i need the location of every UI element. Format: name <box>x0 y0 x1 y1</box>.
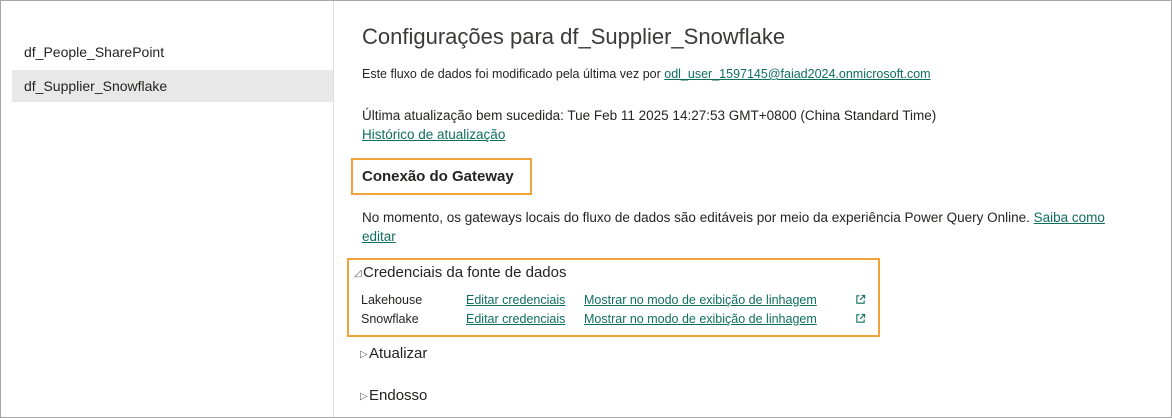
credentials-highlight-box: ◿Credenciais da fonte de dados Lakehouse… <box>347 258 880 337</box>
settings-panel: Configurações para df_Supplier_Snowflake… <box>347 1 1171 417</box>
refresh-section-toggle[interactable]: ▷Atualizar <box>360 344 427 365</box>
show-lineage-link[interactable]: Mostrar no modo de exibição de linhagem <box>584 311 817 327</box>
gateway-note-text: No momento, os gateways locais do fluxo … <box>362 210 1030 225</box>
last-modified-text: Este fluxo de dados foi modificado pela … <box>362 67 661 81</box>
endorsement-section-toggle[interactable]: ▷Endosso <box>360 386 427 407</box>
show-lineage-link[interactable]: Mostrar no modo de exibição de linhagem <box>584 292 817 308</box>
credential-row-snowflake: Snowflake Editar credenciais Mostrar no … <box>361 311 881 327</box>
last-modified-line: Este fluxo de dados foi modificado pela … <box>362 65 931 83</box>
credential-row-lakehouse: Lakehouse Editar credenciais Mostrar no … <box>361 292 881 308</box>
sidebar-item-label: df_People_SharePoint <box>24 44 165 60</box>
triangle-expanded-icon: ◿ <box>354 268 362 279</box>
external-link-icon[interactable] <box>855 294 866 305</box>
credentials-section-toggle[interactable]: ◿Credenciais da fonte de dados <box>354 263 566 284</box>
external-link-icon[interactable] <box>855 313 866 324</box>
endorsement-section-title: Endosso <box>369 387 428 404</box>
triangle-collapsed-icon: ▷ <box>360 349 368 360</box>
data-source-name: Lakehouse <box>361 293 423 307</box>
gateway-note: No momento, os gateways locais do fluxo … <box>362 208 1142 246</box>
page-title: Configurações para df_Supplier_Snowflake <box>362 24 786 49</box>
refresh-section-title: Atualizar <box>369 345 428 362</box>
modified-by-user-link[interactable]: odl_user_1597145@faiad2024.onmicrosoft.c… <box>664 67 930 81</box>
edit-credentials-link[interactable]: Editar credenciais <box>466 292 565 308</box>
data-source-name: Snowflake <box>361 312 419 326</box>
settings-window: df_People_SharePoint df_Supplier_Snowfla… <box>0 0 1172 418</box>
sidebar-item-label: df_Supplier_Snowflake <box>24 78 168 94</box>
refresh-history-link[interactable]: Histórico de atualização <box>362 126 505 144</box>
dataflow-list: df_People_SharePoint df_Supplier_Snowfla… <box>1 1 334 417</box>
credentials-section-title: Credenciais da fonte de dados <box>363 264 567 281</box>
last-refresh-status: Última atualização bem sucedida: Tue Feb… <box>362 108 937 123</box>
sidebar-item-df-people-sharepoint[interactable]: df_People_SharePoint <box>12 36 333 68</box>
gateway-highlight-box: Conexão do Gateway <box>351 158 532 195</box>
sidebar-item-df-supplier-snowflake[interactable]: df_Supplier_Snowflake <box>12 70 333 102</box>
gateway-connection-heading: Conexão do Gateway <box>362 168 514 185</box>
triangle-collapsed-icon: ▷ <box>360 391 368 402</box>
edit-credentials-link[interactable]: Editar credenciais <box>466 311 565 327</box>
